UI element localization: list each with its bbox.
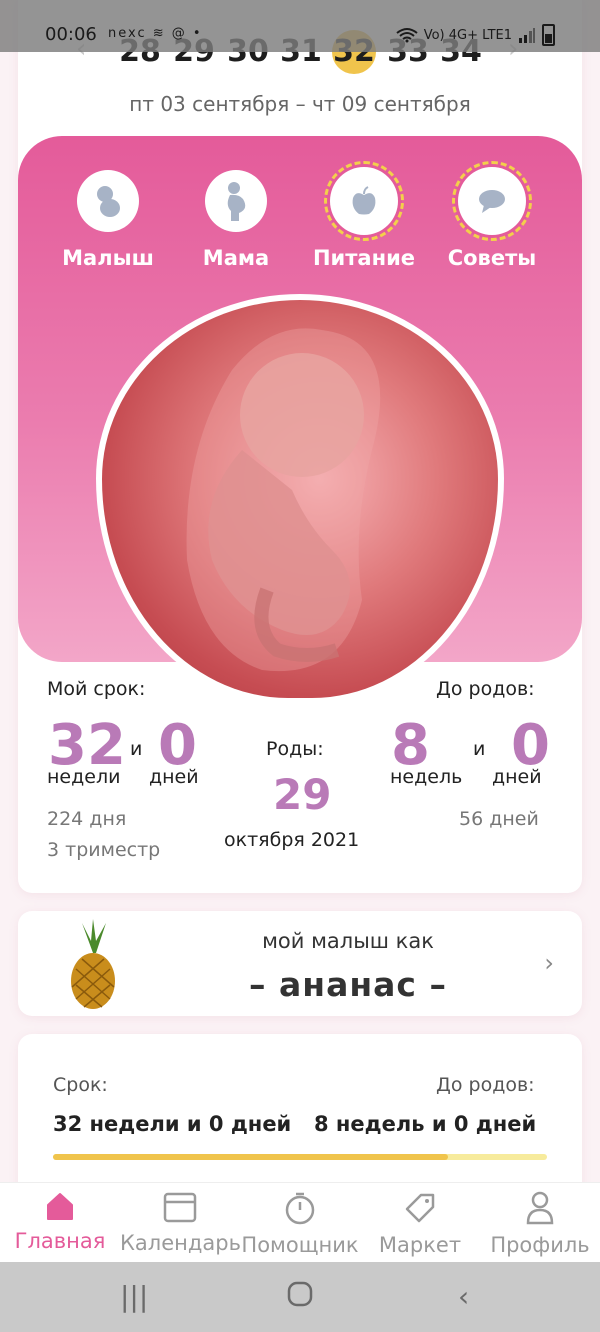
nav-market[interactable]: Маркет — [360, 1191, 480, 1257]
signal-icon — [519, 28, 535, 43]
bottom-nav: Главная Календарь Помощник Маркет Профил… — [0, 1182, 600, 1262]
nav-home[interactable]: Главная — [0, 1191, 120, 1253]
term-and: и — [130, 738, 143, 760]
until-weeks-word: недель — [390, 766, 463, 788]
status-left-icons: nexc ≋ @ • — [108, 26, 203, 41]
mom-icon — [205, 170, 267, 232]
pineapple-icon — [71, 919, 115, 1009]
birth-day: 29 — [273, 770, 332, 819]
status-time: 00:06 — [45, 24, 97, 45]
category-label: Малыш — [62, 246, 154, 270]
progress-until-label: До родов: — [436, 1074, 535, 1096]
battery-icon — [542, 24, 555, 46]
status-right: Vo) 4G+ LTE1 — [396, 24, 555, 46]
user-icon — [526, 1191, 554, 1225]
home-circle-icon[interactable] — [286, 1280, 314, 1315]
chevron-right-icon: › — [544, 949, 554, 977]
system-nav-bar: ||| ‹ — [0, 1262, 600, 1332]
fetus-image-frame — [96, 294, 504, 704]
back-icon[interactable]: ‹ — [458, 1280, 469, 1313]
my-term-label: Мой срок: — [47, 678, 146, 700]
trimester: 3 триместр — [47, 839, 161, 861]
recent-apps-icon[interactable]: ||| — [120, 1280, 148, 1313]
fetus-image — [102, 300, 498, 698]
progress-term-value: 32 недели и 0 дней — [53, 1112, 292, 1136]
category-tips[interactable]: Советы — [432, 161, 552, 270]
term-weeks-word: недели — [47, 766, 121, 788]
until-total-days: 56 дней — [459, 808, 539, 830]
birth-month-year: октября 2021 — [224, 829, 360, 851]
category-label: Советы — [447, 246, 537, 270]
nav-label: Профиль — [490, 1233, 590, 1257]
category-mom[interactable]: Мама — [176, 170, 296, 270]
nav-label: Календарь — [120, 1231, 241, 1255]
nav-label: Маркет — [378, 1233, 462, 1257]
until-birth-label: До родов: — [436, 678, 535, 700]
status-bar: 00:06 nexc ≋ @ • Vo) 4G+ LTE1 — [0, 0, 600, 52]
progress-bar — [53, 1154, 547, 1160]
network-label: Vo) 4G+ LTE1 — [423, 27, 512, 43]
calendar-icon — [163, 1192, 197, 1223]
birth-label: Роды: — [266, 738, 324, 760]
nav-assistant[interactable]: Помощник — [240, 1191, 360, 1257]
nav-profile[interactable]: Профиль — [480, 1191, 600, 1257]
category-baby[interactable]: Малыш — [48, 170, 168, 270]
category-label: Мама — [202, 246, 270, 270]
category-nutrition[interactable]: Питание — [304, 161, 424, 270]
fruit-subtitle: мой малыш как — [262, 929, 434, 953]
progress-term-label: Срок: — [53, 1074, 108, 1096]
term-total-days: 224 дня — [47, 808, 127, 830]
apple-icon — [324, 161, 404, 241]
until-days-word: дней — [492, 766, 542, 788]
until-and: и — [473, 738, 486, 760]
tag-icon — [405, 1193, 435, 1223]
home-icon — [47, 1193, 73, 1220]
nav-label: Помощник — [241, 1233, 359, 1257]
fruit-name: – ананас – — [249, 965, 447, 1004]
term-days-word: дней — [149, 766, 199, 788]
nav-calendar[interactable]: Календарь — [120, 1191, 241, 1255]
baby-icon — [77, 170, 139, 232]
progress-bar-fill — [53, 1154, 449, 1160]
date-range: пт 03 сентября – чт 09 сентября — [129, 92, 471, 116]
chat-bubble-icon — [452, 161, 532, 241]
progress-until-value: 8 недель и 0 дней — [314, 1112, 537, 1136]
timer-icon — [285, 1192, 315, 1225]
wifi-icon — [396, 28, 418, 43]
category-label: Питание — [312, 246, 416, 270]
nav-label: Главная — [14, 1229, 106, 1253]
fruit-size-card[interactable]: мой малыш как – ананас – › — [18, 911, 582, 1016]
